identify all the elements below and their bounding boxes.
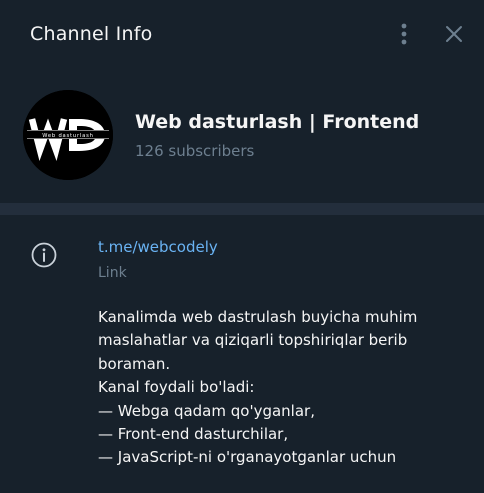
description-line: — Webga qadam qo'yganlar, bbox=[98, 401, 315, 420]
panel-header: Channel Info bbox=[0, 0, 484, 68]
panel-title: Channel Info bbox=[30, 23, 153, 45]
more-vertical-icon bbox=[401, 23, 407, 45]
channel-avatar[interactable]: Web dasturlash bbox=[23, 90, 113, 180]
channel-link[interactable]: t.me/webcodely bbox=[98, 237, 218, 257]
description-line: — JavaScript-ni o'rganayotganlar uchun bbox=[98, 448, 397, 467]
subscriber-count: 126 subscribers bbox=[135, 142, 255, 160]
description-line: Kanalimda web dastrulash buyicha muhim bbox=[98, 308, 418, 326]
channel-description: Kanalimda web dastrulash buyicha muhim m… bbox=[98, 306, 458, 470]
channel-info-panel: Channel Info Web dasturlash Web dasturla… bbox=[0, 0, 484, 493]
description-line: — Front-end dasturchilar, bbox=[98, 425, 289, 444]
info-section: t.me/webcodely Link Kanalimda web dastru… bbox=[0, 215, 484, 493]
close-button[interactable] bbox=[438, 18, 470, 50]
channel-profile: Web dasturlash Web dasturlash | Frontend… bbox=[0, 68, 484, 203]
description-line: Kanal foydali bo'ladi: bbox=[98, 378, 255, 397]
section-divider bbox=[0, 203, 484, 215]
close-icon bbox=[446, 26, 462, 42]
channel-name: Web dasturlash | Frontend bbox=[135, 111, 420, 133]
info-icon bbox=[31, 242, 57, 268]
link-label: Link bbox=[98, 265, 127, 281]
wd-logo-icon: Web dasturlash bbox=[23, 90, 113, 180]
description-line: boraman. bbox=[98, 354, 171, 373]
logo-caption: Web dasturlash bbox=[42, 133, 93, 139]
more-options-button[interactable] bbox=[388, 18, 420, 50]
description-line: maslahatlar va qiziqarli topshiriqlar be… bbox=[98, 331, 408, 350]
